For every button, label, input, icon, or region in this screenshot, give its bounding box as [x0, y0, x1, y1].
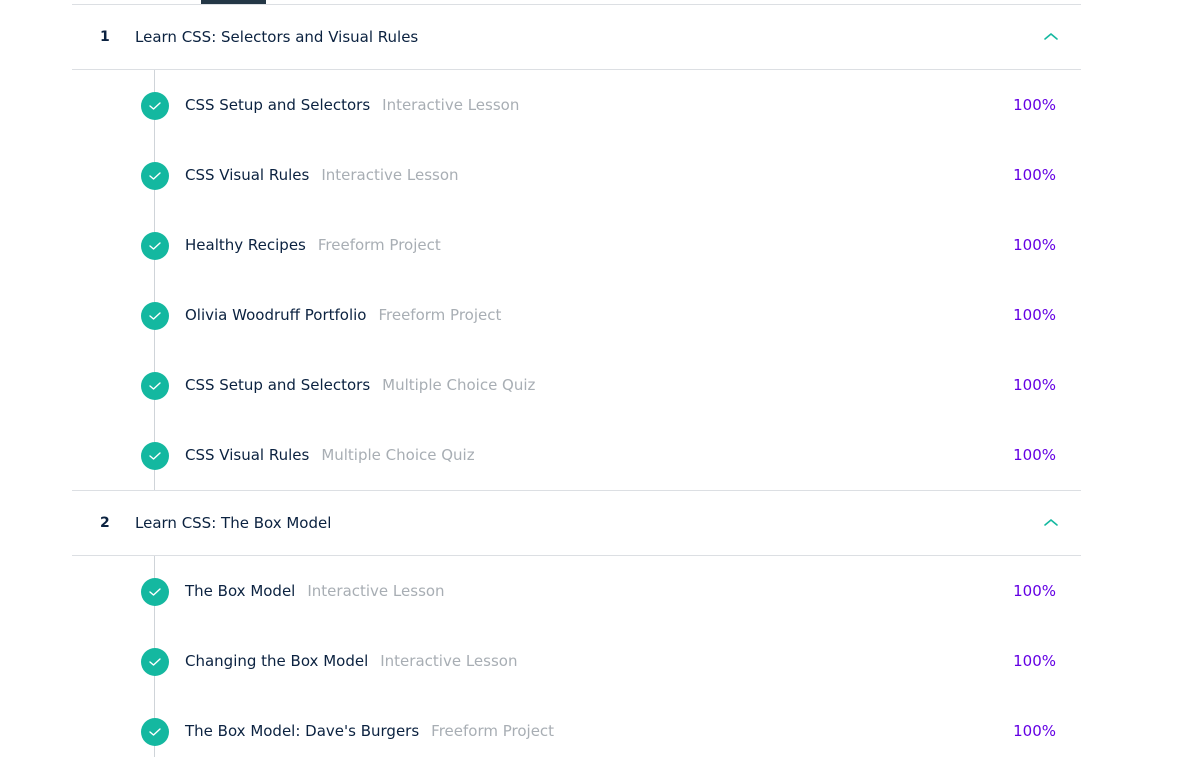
lesson-progress: 100%	[1013, 582, 1056, 600]
lesson-title[interactable]: Healthy Recipes	[185, 236, 306, 254]
lesson-progress: 100%	[1013, 446, 1056, 464]
lesson-type: Interactive Lesson	[382, 96, 520, 114]
lesson-title[interactable]: CSS Setup and Selectors	[185, 96, 370, 114]
lesson-item[interactable]: Healthy Recipes Freeform Project 100%	[72, 210, 1081, 280]
lesson-list: CSS Setup and Selectors Interactive Lesso…	[72, 70, 1081, 491]
module-header[interactable]: 2 Learn CSS: The Box Model	[72, 491, 1081, 556]
checkmark-icon	[141, 718, 169, 746]
module: 2 Learn CSS: The Box Model The Box Model…	[72, 491, 1081, 757]
lesson-progress: 100%	[1013, 306, 1056, 324]
lesson-type: Interactive Lesson	[307, 582, 445, 600]
lesson-progress: 100%	[1013, 722, 1056, 740]
lesson-type: Interactive Lesson	[321, 166, 459, 184]
lesson-list: The Box Model Interactive Lesson 100% Cha…	[72, 556, 1081, 757]
checkmark-icon	[141, 302, 169, 330]
lesson-type: Multiple Choice Quiz	[382, 376, 536, 394]
lesson-item[interactable]: The Box Model Interactive Lesson 100%	[72, 556, 1081, 626]
checkmark-icon	[141, 648, 169, 676]
lesson-item[interactable]: CSS Setup and Selectors Interactive Lesso…	[72, 70, 1081, 140]
lesson-title[interactable]: The Box Model: Dave's Burgers	[185, 722, 419, 740]
lesson-item[interactable]: CSS Visual Rules Interactive Lesson 100%	[72, 140, 1081, 210]
lesson-type: Interactive Lesson	[380, 652, 518, 670]
checkmark-icon	[141, 372, 169, 400]
syllabus-page: 1 Learn CSS: Selectors and Visual Rules …	[0, 0, 1188, 757]
lesson-progress: 100%	[1013, 166, 1056, 184]
lesson-type: Multiple Choice Quiz	[321, 446, 475, 464]
lesson-title[interactable]: Olivia Woodruff Portfolio	[185, 306, 366, 324]
lesson-title[interactable]: CSS Setup and Selectors	[185, 376, 370, 394]
lesson-progress: 100%	[1013, 236, 1056, 254]
lesson-title[interactable]: The Box Model	[185, 582, 295, 600]
module-list: 1 Learn CSS: Selectors and Visual Rules …	[72, 5, 1081, 757]
lesson-item[interactable]: CSS Setup and Selectors Multiple Choice Q…	[72, 350, 1081, 420]
lesson-title[interactable]: Changing the Box Model	[185, 652, 368, 670]
module-title: Learn CSS: Selectors and Visual Rules	[135, 28, 419, 46]
checkmark-icon	[141, 162, 169, 190]
lesson-item[interactable]: Olivia Woodruff Portfolio Freeform Projec…	[72, 280, 1081, 350]
lesson-title[interactable]: CSS Visual Rules	[185, 166, 309, 184]
lesson-type: Freeform Project	[317, 236, 441, 254]
lesson-type: Freeform Project	[431, 722, 555, 740]
lesson-title[interactable]: CSS Visual Rules	[185, 446, 309, 464]
checkmark-icon	[141, 92, 169, 120]
chevron-up-icon[interactable]	[1043, 516, 1059, 528]
checkmark-icon	[141, 442, 169, 470]
lesson-type: Freeform Project	[378, 306, 502, 324]
lesson-progress: 100%	[1013, 652, 1056, 670]
lesson-item[interactable]: The Box Model: Dave's Burgers Freeform Pr…	[72, 696, 1081, 757]
chevron-up-icon[interactable]	[1043, 30, 1059, 42]
checkmark-icon	[141, 578, 169, 606]
lesson-progress: 100%	[1013, 96, 1056, 114]
module-title: Learn CSS: The Box Model	[135, 514, 332, 532]
module-number: 1	[100, 29, 110, 45]
module: 1 Learn CSS: Selectors and Visual Rules …	[72, 5, 1081, 491]
checkmark-icon	[141, 232, 169, 260]
lesson-progress: 100%	[1013, 376, 1056, 394]
lesson-item[interactable]: CSS Visual Rules Multiple Choice Quiz 100…	[72, 420, 1081, 490]
module-header[interactable]: 1 Learn CSS: Selectors and Visual Rules	[72, 5, 1081, 70]
module-number: 2	[100, 515, 110, 531]
lesson-item[interactable]: Changing the Box Model Interactive Lesson…	[72, 626, 1081, 696]
